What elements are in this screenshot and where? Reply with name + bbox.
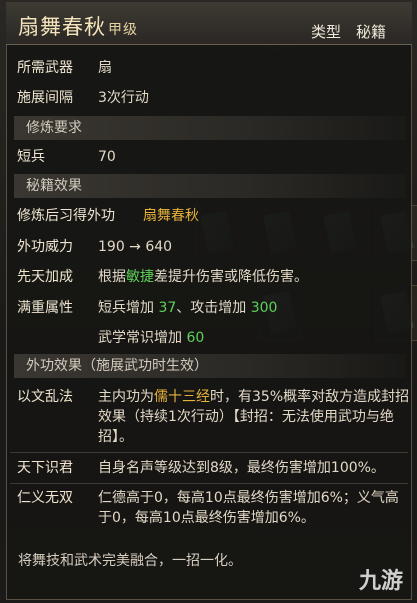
type-label: 类型 xyxy=(311,23,342,41)
innate-bonus-label: 先天加成 xyxy=(17,269,73,285)
learned-skill-label: 修炼后习得外功 xyxy=(17,208,115,224)
skill-name: 扇舞春秋 xyxy=(18,15,106,39)
full-attribute-line2: 武学常识增加 60 xyxy=(98,328,204,348)
required-weapon-value: 扇 xyxy=(98,60,112,76)
full-attr-v2: 300 xyxy=(250,300,278,316)
innate-prefix: 根据 xyxy=(98,269,126,285)
requirement-label: 短兵 xyxy=(17,149,45,165)
ext-item-1-label: 以文乱法 xyxy=(17,389,73,405)
learned-skill-value: 扇舞春秋 xyxy=(143,208,199,224)
full-attr-c: 武学常识增加 xyxy=(98,330,187,346)
ext-item-1-highlight: 儒十三经 xyxy=(154,389,210,405)
watermark-logo: 九游 xyxy=(358,569,403,594)
cast-interval-label: 施展间隔 xyxy=(17,90,73,106)
innate-bonus-text: 根据敏捷差提升伤害或降低伤害。 xyxy=(98,267,308,287)
power-label: 外功威力 xyxy=(17,239,73,255)
section-effects: 秘籍效果 xyxy=(14,174,406,198)
skill-title: 扇舞春秋 甲级 xyxy=(18,11,138,41)
full-attr-v3: 60 xyxy=(186,330,205,346)
section-requirement: 修炼要求 xyxy=(14,116,406,140)
full-attribute-line1: 短兵增加 37、攻击增加 300 xyxy=(98,298,277,318)
full-attr-a: 短兵增加 xyxy=(98,300,159,316)
ext-item-1-p1: 主内功为 xyxy=(98,389,154,405)
full-attr-v1: 37 xyxy=(158,300,177,316)
innate-keyword: 敏捷 xyxy=(126,269,154,285)
ext-item-1-text: 主内功为儒十三经时，有35%概率对敌方造成封招效果（持续1次行动）【封招：无法使… xyxy=(98,387,410,447)
ext-item-3-label: 仁义无双 xyxy=(17,490,73,506)
divider xyxy=(10,483,408,484)
power-value: 190 → 640 xyxy=(98,239,173,255)
ext-item-2-text: 自身名声等级达到8级，最终伤害增加100%。 xyxy=(98,460,385,476)
full-attribute-label: 满重属性 xyxy=(17,300,73,316)
full-attr-b: 、攻击增加 xyxy=(176,300,251,316)
requirement-value: 70 xyxy=(98,149,116,165)
cast-interval-value: 3次行动 xyxy=(98,90,149,106)
ext-item-3-text: 仁德高于0，每高10点最终伤害增加6%；义气高于0，每高10点最终伤害增加6%。 xyxy=(98,490,399,526)
type-value: 秘籍 xyxy=(356,23,387,41)
section-external: 外功效果（施展武功时生效） xyxy=(14,354,406,378)
innate-suffix: 差提升伤害或降低伤害。 xyxy=(154,269,308,285)
flavor-text: 将舞技和武术完美融合，一招一化。 xyxy=(18,553,242,569)
ext-item-2-label: 天下识君 xyxy=(17,460,73,476)
required-weapon-label: 所需武器 xyxy=(17,60,73,76)
skill-grade: 甲级 xyxy=(108,22,138,38)
divider xyxy=(10,452,408,453)
title-bar: 扇舞春秋 甲级 类型 秘籍 xyxy=(6,2,412,45)
